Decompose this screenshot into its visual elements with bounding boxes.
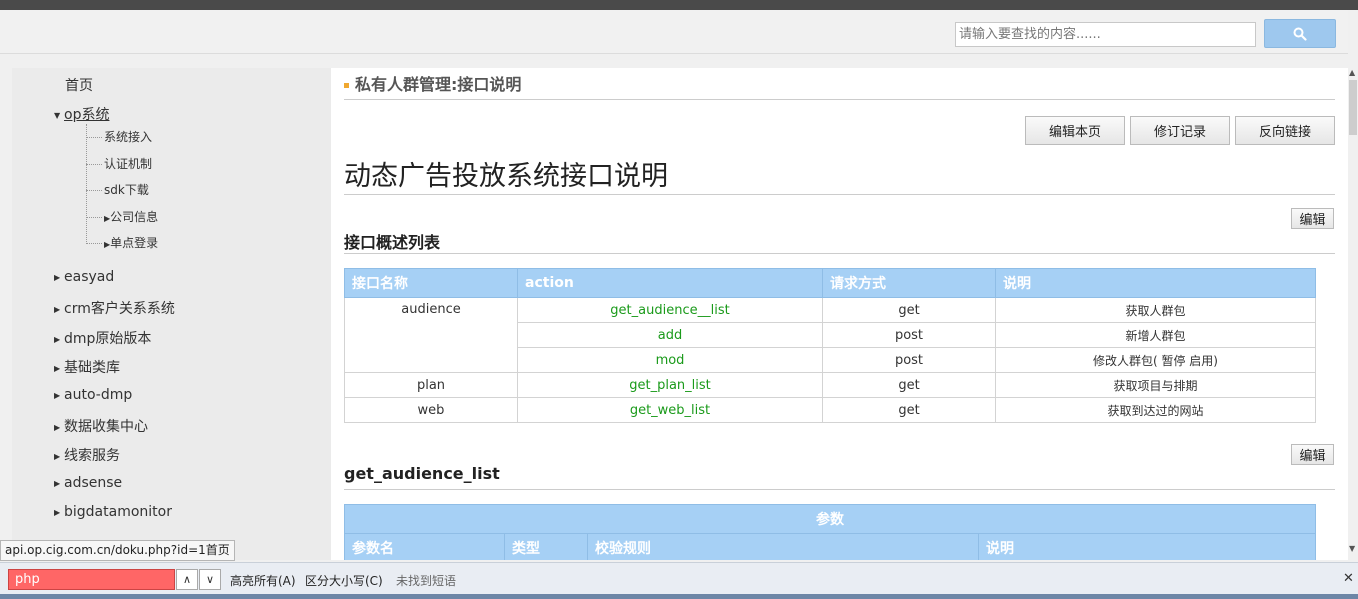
divider	[344, 99, 1335, 100]
table-cell: post	[822, 347, 996, 373]
table-caption: 参数	[344, 504, 1316, 534]
params-table: 参数 参数名 类型 校验规则 说明	[344, 504, 1316, 560]
triangle-right-icon: ▶	[54, 478, 61, 488]
find-next-button[interactable]: ∨	[199, 569, 221, 590]
triangle-right-icon: ▶	[54, 304, 61, 314]
main-content: 私有人群管理:接口说明 编辑本页 修订记录 反向链接 动态广告投放系统接口说明 …	[331, 68, 1348, 560]
find-previous-button[interactable]: ∧	[176, 569, 198, 590]
taskbar-edge	[0, 594, 1358, 599]
bullet-square-icon	[344, 83, 349, 88]
table-cell: 新增人群包	[995, 322, 1316, 348]
sidebar-subitem[interactable]: sdk下载	[86, 181, 149, 198]
table-cell: 修改人群包( 暂停 启用)	[995, 347, 1316, 373]
table-cell: 获取项目与排期	[995, 372, 1316, 398]
triangle-right-icon: ▶	[54, 272, 61, 282]
sidebar-item[interactable]: ▶ 数据收集中心	[54, 416, 148, 436]
table-cell: web	[344, 397, 518, 423]
table-row: plan get_plan_list get 获取项目与排期	[344, 372, 1316, 398]
scroll-up-icon[interactable]: ▲	[1349, 68, 1355, 77]
table-row: audience get_audience__list get 获取人群包	[344, 297, 1316, 373]
sidebar-item[interactable]: ▶ adsense	[54, 475, 122, 491]
sidebar-item[interactable]: ▶ easyad	[54, 269, 114, 285]
find-input[interactable]	[8, 569, 175, 590]
table-cell: get_audience__list	[517, 297, 823, 323]
table-cell: get	[822, 297, 996, 323]
chevron-up-icon: ∧	[182, 573, 192, 586]
column-header: 请求方式	[822, 268, 996, 298]
table-cell: post	[822, 322, 996, 348]
sidebar-subitem[interactable]: 系统接入	[86, 128, 152, 145]
triangle-right-icon: ▶	[54, 363, 61, 373]
table-cell: 获取到达过的网站	[995, 397, 1316, 423]
table-cell: plan	[344, 372, 518, 398]
table-cell: get_web_list	[517, 397, 823, 423]
status-url: api.op.cig.com.cn/doku.php?id=1首页	[0, 540, 235, 561]
revisions-button[interactable]: 修订记录	[1130, 116, 1230, 145]
column-header: 类型	[504, 533, 588, 560]
scrollbar-thumb[interactable]	[1349, 80, 1357, 135]
sidebar-item[interactable]: ▶ bigdatamonitor	[54, 504, 172, 520]
triangle-down-icon: ▼	[54, 110, 61, 120]
sidebar-item[interactable]: ▶ dmp原始版本	[54, 328, 151, 348]
page-scrollbar[interactable]: ▲ ▼	[1348, 10, 1358, 560]
match-case-toggle[interactable]: 区分大小写(C)	[305, 572, 383, 589]
search-input[interactable]	[955, 22, 1256, 47]
column-header: 参数名	[344, 533, 505, 560]
sidebar-subitem[interactable]: ▶单点登录	[86, 234, 158, 251]
highlight-all-toggle[interactable]: 高亮所有(A)	[230, 572, 296, 589]
triangle-right-icon: ▶	[54, 451, 61, 461]
divider	[344, 194, 1335, 195]
triangle-right-icon: ▶	[54, 334, 61, 344]
column-header: 校验规则	[587, 533, 979, 560]
search-button[interactable]	[1264, 19, 1336, 48]
search-icon	[1293, 27, 1307, 41]
find-status: 未找到短语	[396, 574, 457, 588]
table-cell: get	[822, 397, 996, 423]
divider	[344, 489, 1335, 490]
triangle-right-icon: ▶	[54, 507, 61, 517]
edit-section-button[interactable]: 编辑	[1291, 444, 1334, 465]
sidebar-subitem[interactable]: ▶公司信息	[86, 208, 158, 225]
api-overview-table: 接口名称 action 请求方式 说明 audience get_audienc…	[344, 268, 1316, 423]
divider	[344, 253, 1335, 254]
window-top-strip	[0, 0, 1358, 10]
sidebar-item[interactable]: ▶ 线索服务	[54, 445, 120, 465]
sidebar-subitem[interactable]: 认证机制	[86, 155, 152, 172]
column-header: 说明	[978, 533, 1316, 560]
column-header: 说明	[995, 268, 1316, 298]
close-icon[interactable]: ✕	[1343, 571, 1354, 586]
triangle-right-icon: ▶	[54, 390, 61, 400]
table-row: web get_web_list get 获取到达过的网站	[344, 397, 1316, 423]
scroll-down-icon[interactable]: ▼	[1349, 544, 1355, 553]
sidebar-item-op-system[interactable]: ▼ op系统	[54, 104, 109, 124]
chevron-down-icon: ∨	[205, 573, 215, 586]
breadcrumb-title: 私有人群管理:接口说明	[344, 71, 521, 95]
triangle-right-icon: ▶	[54, 422, 61, 432]
column-header: 接口名称	[344, 268, 518, 298]
table-cell: get_plan_list	[517, 372, 823, 398]
sidebar-item[interactable]: ▶ 基础类库	[54, 357, 120, 377]
site-header	[0, 10, 1348, 54]
table-cell: add	[517, 322, 823, 348]
column-header: action	[517, 268, 823, 298]
table-cell: mod	[517, 347, 823, 373]
section-heading: get_audience_list	[344, 464, 500, 483]
section-heading: 接口概述列表	[344, 233, 441, 252]
sidebar-item[interactable]: ▶ auto-dmp	[54, 387, 132, 403]
sidebar-item[interactable]: ▶ crm客户关系系统	[54, 298, 175, 318]
table-cell: 获取人群包	[995, 297, 1316, 323]
table-cell: audience	[344, 297, 518, 373]
backlinks-button[interactable]: 反向链接	[1235, 116, 1335, 145]
sidebar-nav: 首页 ▼ op系统 系统接入 认证机制 sdk下载 ▶公司信息 ▶单点登录 ▶ ea…	[12, 68, 331, 560]
edit-page-button[interactable]: 编辑本页	[1025, 116, 1125, 145]
page-title: 动态广告投放系统接口说明	[344, 161, 668, 192]
sidebar-item-home[interactable]: 首页	[65, 75, 93, 95]
edit-section-button[interactable]: 编辑	[1291, 208, 1334, 229]
table-cell: get	[822, 372, 996, 398]
